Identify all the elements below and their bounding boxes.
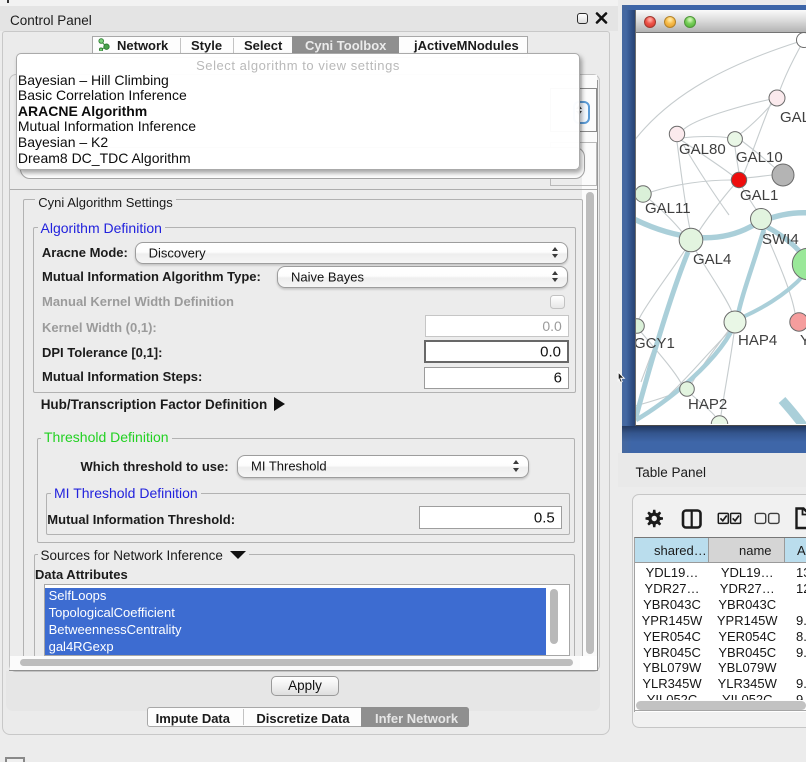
svg-text:GCY1: GCY1 <box>636 335 675 352</box>
svg-text:HAP2: HAP2 <box>688 396 727 413</box>
svg-text:GAL11: GAL11 <box>645 200 691 217</box>
svg-text:SWI4: SWI4 <box>762 231 799 248</box>
svg-text:HAP4: HAP4 <box>738 332 777 349</box>
svg-text:GAL1: GAL1 <box>740 187 778 204</box>
svg-text:GAL2: GAL2 <box>780 109 806 126</box>
svg-text:Y: Y <box>800 332 806 349</box>
svg-text:GAL80: GAL80 <box>679 141 726 158</box>
svg-text:GAL4: GAL4 <box>693 251 731 268</box>
svg-text:GAL10: GAL10 <box>736 149 783 166</box>
